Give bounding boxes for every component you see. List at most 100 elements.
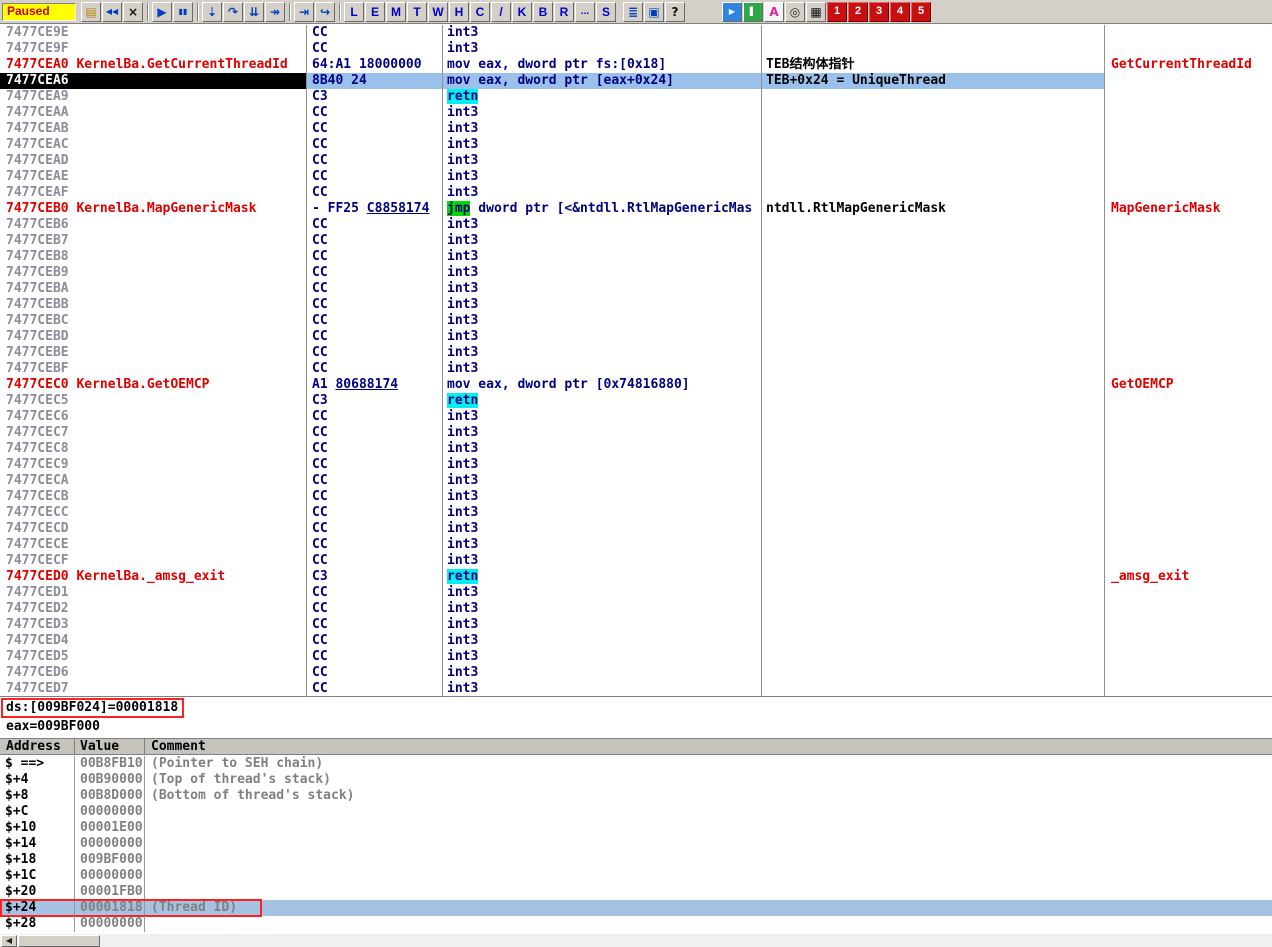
disasm-row[interactable]: 7477CEC0 KernelBa.GetOEMCP A1 80688174 mov…	[0, 377, 1272, 393]
disasm-row[interactable]: 7477CEAF CC int3	[0, 185, 1272, 201]
disasm-row[interactable]: 7477CEC6 CC int3	[0, 409, 1272, 425]
stack-row[interactable]: $+8 00B8D000 (Bottom of thread's stack)	[0, 788, 1272, 804]
plugin-grid-button[interactable]: ▦	[806, 1, 826, 22]
plugin-a-button[interactable]: A	[764, 1, 784, 22]
plugin-green-button[interactable]: ▌	[743, 1, 763, 22]
stack-pane[interactable]: $ ==> 00B8FB10 (Pointer to SEH chain) $+4 00…	[0, 756, 1272, 933]
desktop-1-button[interactable]: 1	[827, 1, 847, 22]
restart-button[interactable]: ◀◀	[102, 1, 122, 22]
stack-header-address[interactable]: Address	[0, 739, 75, 754]
disasm-row[interactable]: 7477CEC5 C3 retn	[0, 393, 1272, 409]
animate-into-button[interactable]: ⇊	[244, 1, 264, 22]
desktop-5-button[interactable]: 5	[911, 1, 931, 22]
letter-a-icon: A	[769, 4, 779, 19]
view-handles-button[interactable]: H	[449, 1, 469, 22]
view-cpu-button[interactable]: C	[470, 1, 490, 22]
disasm-row[interactable]: 7477CEB7 CC int3	[0, 233, 1272, 249]
execute-till-return-button[interactable]: ⇥	[294, 1, 314, 22]
view-references-button[interactable]: R	[554, 1, 574, 22]
disasm-row[interactable]: 7477CEC7 CC int3	[0, 425, 1272, 441]
disasm-row[interactable]: 7477CEB6 CC int3	[0, 217, 1272, 233]
disasm-row[interactable]: 7477CEC9 CC int3	[0, 457, 1272, 473]
view-executables-button[interactable]: E	[365, 1, 385, 22]
log-list-button[interactable]: ≣	[623, 1, 643, 22]
stack-row[interactable]: $+28 00000000	[0, 916, 1272, 932]
disasm-row[interactable]: 7477CECA CC int3	[0, 473, 1272, 489]
disasm-row[interactable]: 7477CED6 CC int3	[0, 665, 1272, 681]
disasm-row[interactable]: 7477CECB CC int3	[0, 489, 1272, 505]
disasm-row[interactable]: 7477CED7 CC int3	[0, 681, 1272, 696]
step-over-button[interactable]: ↷	[223, 1, 243, 22]
disasm-row[interactable]: 7477CED5 CC int3	[0, 649, 1272, 665]
stack-row[interactable]: $+C 00000000	[0, 804, 1272, 820]
scrollbar-thumb[interactable]	[18, 935, 100, 947]
plugin-blue-button[interactable]: ▶	[722, 1, 742, 22]
disasm-row[interactable]: 7477CEA6 8B40 24 mov eax, dword ptr [eax+0…	[0, 73, 1272, 89]
view-patches-button[interactable]: /	[491, 1, 511, 22]
view-call-stack-button[interactable]: K	[512, 1, 532, 22]
stack-row[interactable]: $+20 00001FB0	[0, 884, 1272, 900]
view-windows-button[interactable]: W	[428, 1, 448, 22]
tile-windows-button[interactable]: ▣	[644, 1, 664, 22]
disasm-row[interactable]: 7477CECC CC int3	[0, 505, 1272, 521]
view-threads-button[interactable]: T	[407, 1, 427, 22]
disasm-row[interactable]: 7477CEB9 CC int3	[0, 265, 1272, 281]
step-into-button[interactable]: ⇣	[202, 1, 222, 22]
disasm-row[interactable]: 7477CEAD CC int3	[0, 153, 1272, 169]
stack-row[interactable]: $ ==> 00B8FB10 (Pointer to SEH chain)	[0, 756, 1272, 772]
stack-row[interactable]: $+1C 00000000	[0, 868, 1272, 884]
view-source-button[interactable]: S	[596, 1, 616, 22]
disasm-row[interactable]: 7477CEAC CC int3	[0, 137, 1272, 153]
disasm-row[interactable]: 7477CECE CC int3	[0, 537, 1272, 553]
plugin-circle-button[interactable]: ◎	[785, 1, 805, 22]
stack-row[interactable]: $+10 00001E00	[0, 820, 1272, 836]
disasm-row[interactable]: 7477CEBB CC int3	[0, 297, 1272, 313]
disassembly-pane[interactable]: 7477CE9E CC int3 7477CE9F CC int3 7477CEA0 Ker…	[0, 25, 1272, 696]
view-log-button[interactable]: L	[344, 1, 364, 22]
stack-row[interactable]: $+18 009BF000	[0, 852, 1272, 868]
close-button[interactable]: ×	[123, 1, 143, 22]
digit-2-icon: 2	[854, 5, 862, 17]
scroll-left-arrow-icon[interactable]: ◀	[1, 935, 17, 947]
desktop-3-button[interactable]: 3	[869, 1, 889, 22]
disasm-row[interactable]: 7477CED0 KernelBa._amsg_exit C3 retn _amsg_…	[0, 569, 1272, 585]
open-file-button[interactable]: ▤	[81, 1, 101, 22]
pause-button[interactable]: ▮▮	[173, 1, 193, 22]
stack-header-value[interactable]: Value	[75, 739, 145, 754]
animate-over-button[interactable]: ↠	[265, 1, 285, 22]
stack-row[interactable]: $+24 00001818 (Thread ID)	[0, 899, 1272, 917]
disasm-row[interactable]: 7477CE9F CC int3	[0, 41, 1272, 57]
disasm-row[interactable]: 7477CEAB CC int3	[0, 121, 1272, 137]
run-button[interactable]: ▶	[152, 1, 172, 22]
stack-row[interactable]: $+14 00000000	[0, 836, 1272, 852]
horizontal-scrollbar[interactable]: ◀	[0, 933, 1272, 947]
help-button[interactable]: ?	[665, 1, 685, 22]
disasm-row[interactable]: 7477CEBF CC int3	[0, 361, 1272, 377]
stack-header-comment[interactable]: Comment	[145, 739, 1272, 754]
disasm-row[interactable]: 7477CED2 CC int3	[0, 601, 1272, 617]
disasm-row[interactable]: 7477CEC8 CC int3	[0, 441, 1272, 457]
disasm-row[interactable]: 7477CEAE CC int3	[0, 169, 1272, 185]
view-run-trace-button[interactable]: ...	[575, 1, 595, 22]
disasm-row[interactable]: 7477CEA9 C3 retn	[0, 89, 1272, 105]
disasm-row[interactable]: 7477CED3 CC int3	[0, 617, 1272, 633]
desktop-4-button[interactable]: 4	[890, 1, 910, 22]
disasm-row[interactable]: 7477CEB0 KernelBa.MapGenericMask - FF25 C…	[0, 201, 1272, 217]
disasm-row[interactable]: 7477CEBC CC int3	[0, 313, 1272, 329]
disasm-row[interactable]: 7477CEBE CC int3	[0, 345, 1272, 361]
disasm-row[interactable]: 7477CED4 CC int3	[0, 633, 1272, 649]
view-memory-button[interactable]: M	[386, 1, 406, 22]
desktop-2-button[interactable]: 2	[848, 1, 868, 22]
disasm-row[interactable]: 7477CECF CC int3	[0, 553, 1272, 569]
view-breakpoints-button[interactable]: B	[533, 1, 553, 22]
disasm-row[interactable]: 7477CEA0 KernelBa.GetCurrentThreadId 64:A…	[0, 57, 1272, 73]
stack-row[interactable]: $+4 00B90000 (Top of thread's stack)	[0, 772, 1272, 788]
disasm-row[interactable]: 7477CEBD CC int3	[0, 329, 1272, 345]
disasm-row[interactable]: 7477CEBA CC int3	[0, 281, 1272, 297]
disasm-row[interactable]: 7477CED1 CC int3	[0, 585, 1272, 601]
execute-till-user-button[interactable]: ↪	[315, 1, 335, 22]
disasm-row[interactable]: 7477CE9E CC int3	[0, 25, 1272, 41]
disasm-row[interactable]: 7477CEAA CC int3	[0, 105, 1272, 121]
disasm-row[interactable]: 7477CEB8 CC int3	[0, 249, 1272, 265]
disasm-row[interactable]: 7477CECD CC int3	[0, 521, 1272, 537]
